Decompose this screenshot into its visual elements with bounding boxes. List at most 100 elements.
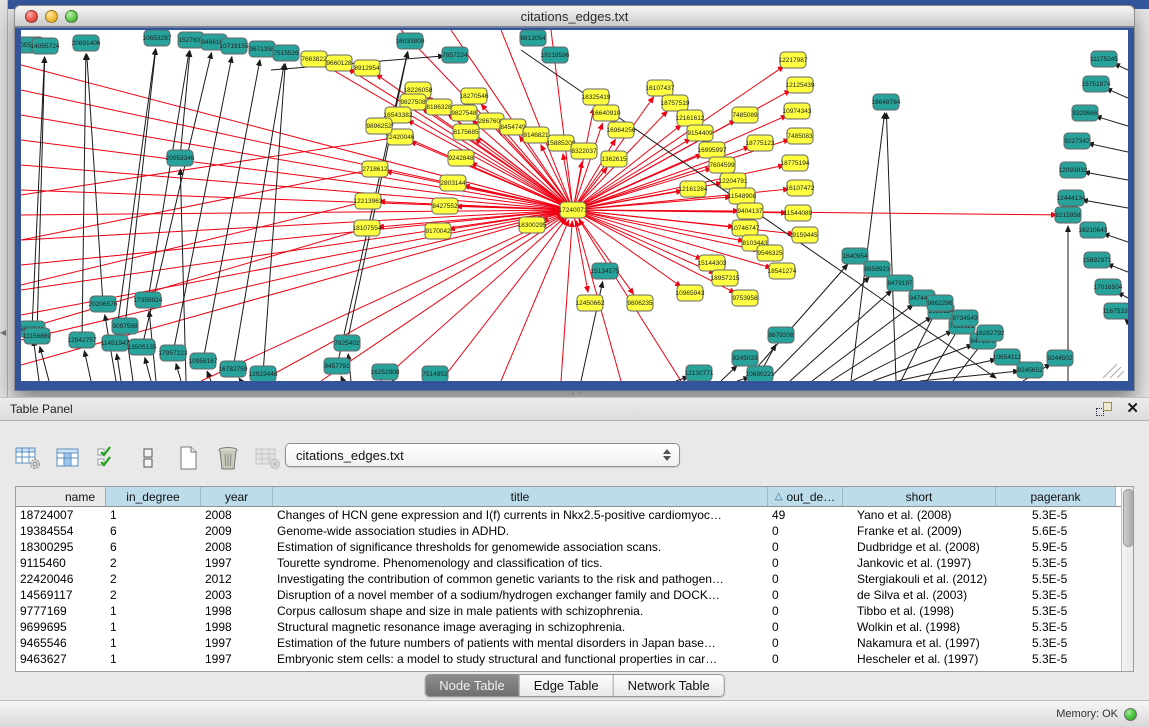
graph-node[interactable]: 9753958 — [732, 290, 758, 306]
graph-node[interactable]: 8186328 — [426, 99, 452, 115]
graph-node[interactable]: 15751874 — [1082, 76, 1111, 92]
graph-node[interactable]: 10653287 — [143, 30, 172, 46]
graph-node[interactable]: 9245652 — [1017, 362, 1043, 378]
table-row[interactable]: 1456911722003Disruption of a novel membe… — [16, 587, 1121, 603]
graph-node[interactable]: 9734549 — [952, 310, 978, 326]
graph-node[interactable]: 2803144 — [440, 175, 466, 191]
graph-node[interactable]: 11451947 — [101, 335, 130, 351]
graph-node[interactable]: 8813054 — [520, 30, 546, 46]
graph-node[interactable]: 8322037 — [571, 143, 597, 159]
graph-node[interactable]: 14055724 — [31, 38, 60, 54]
graph-node[interactable]: 16107437 — [646, 80, 675, 96]
graph-node[interactable]: 12161284 — [679, 181, 708, 197]
table-mode-icon[interactable] — [134, 444, 162, 472]
graph-node[interactable]: 9671358 — [249, 41, 275, 57]
table-row[interactable]: 911546021997Tourette syndrome. Phenomeno… — [16, 555, 1121, 571]
graph-node[interactable]: 2718612 — [362, 161, 388, 177]
graph-node[interactable]: 10974343 — [783, 103, 812, 119]
select-rows-icon[interactable] — [94, 444, 122, 472]
graph-node[interactable]: 16107472 — [786, 180, 815, 196]
graph-node[interactable]: 20053346 — [166, 150, 195, 166]
graph-node[interactable]: 7857224 — [442, 47, 468, 63]
graph-node[interactable]: 12923446 — [249, 366, 278, 381]
network-canvas[interactable]: 2055381314055724208914061065328715276029… — [21, 30, 1128, 381]
graph-node[interactable]: 16782759 — [219, 361, 248, 377]
graph-node[interactable]: 12125439 — [786, 77, 815, 93]
column-header-title[interactable]: title — [273, 487, 768, 506]
table-row[interactable]: 946362711997Embryonic stem cells: a mode… — [16, 651, 1121, 667]
graph-node[interactable]: 9862296 — [927, 295, 953, 311]
graph-node[interactable]: 16252908 — [371, 364, 400, 380]
graph-node[interactable]: 17359924 — [134, 292, 163, 308]
graph-node[interactable]: 9404137 — [737, 203, 763, 219]
column-header-pagerank[interactable]: pagerank — [996, 487, 1116, 506]
graph-node[interactable]: 10965943 — [676, 285, 705, 301]
graph-node[interactable]: 18270546 — [460, 88, 489, 104]
graph-node[interactable]: 18300295 — [518, 217, 547, 233]
graph-node[interactable]: 12217987 — [779, 52, 808, 68]
close-button[interactable] — [25, 10, 38, 23]
attribute-table-settings-icon[interactable] — [14, 444, 42, 472]
graph-node[interactable]: 12130771 — [685, 365, 714, 381]
graph-node[interactable]: 9159445 — [792, 227, 818, 243]
graph-node[interactable]: 7514952 — [422, 366, 448, 381]
create-column-icon[interactable] — [174, 444, 202, 472]
graph-node[interactable]: 8175685 — [453, 124, 479, 140]
graph-node[interactable]: 12450662 — [576, 295, 605, 311]
graph-node[interactable]: 10719155 — [220, 38, 249, 54]
window-titlebar[interactable]: citations_edges.txt — [14, 5, 1135, 27]
graph-node[interactable]: 9097588 — [112, 318, 138, 334]
graph-node[interactable]: 10654112 — [993, 349, 1022, 365]
column-header-year[interactable]: year — [201, 487, 273, 506]
graph-node[interactable]: 9244502 — [1047, 350, 1073, 366]
tab-network-table[interactable]: Network Table — [614, 675, 724, 696]
tab-node-table[interactable]: Node Table — [425, 675, 520, 696]
delete-table-disabled-icon[interactable] — [254, 444, 282, 472]
graph-node[interactable]: 18325419 — [582, 89, 611, 105]
column-header-in_degree[interactable]: in_degree — [106, 487, 201, 506]
graph-node[interactable]: 9660128 — [326, 55, 352, 71]
graph-node[interactable]: 20206576 — [89, 296, 118, 312]
graph-node[interactable]: 11675334 — [1103, 303, 1128, 319]
gutter-collapse-icon[interactable]: ◀ — [0, 328, 6, 337]
graph-node[interactable]: 7485083 — [787, 128, 813, 144]
graph-node[interactable]: 1640954 — [842, 248, 868, 264]
graph-node[interactable]: 12942757 — [68, 332, 97, 348]
graph-node[interactable]: 7663822 — [301, 51, 327, 67]
graph-node[interactable]: 7485089 — [732, 107, 758, 123]
graph-node[interactable]: 18775194 — [781, 155, 810, 171]
graph-node[interactable]: 9170042 — [425, 223, 451, 239]
graph-node[interactable]: 12213963 — [354, 193, 383, 209]
graph-node[interactable]: 8958923 — [864, 261, 890, 277]
resize-handle[interactable] — [1103, 364, 1117, 378]
table-row[interactable]: 1872400712008Changes of HCN gene express… — [16, 507, 1121, 523]
graph-node[interactable]: 11175245 — [1090, 51, 1118, 67]
graph-node[interactable]: 8454749 — [500, 119, 526, 135]
graph-node[interactable]: 20891406 — [72, 35, 101, 51]
graph-node[interactable]: 17240071 — [559, 202, 588, 218]
graph-node[interactable]: 9457791 — [324, 358, 350, 374]
memory-status-icon[interactable] — [1124, 708, 1137, 721]
graph-node[interactable]: 15892971 — [1083, 252, 1112, 268]
table-select-dropdown[interactable]: citations_edges.txt — [285, 443, 680, 467]
graph-node[interactable]: 16640910 — [592, 105, 621, 121]
graph-node[interactable]: 9546325 — [757, 245, 783, 261]
graph-node[interactable]: 9242848 — [448, 150, 474, 166]
graph-node[interactable]: 11548908 — [728, 188, 757, 204]
citation-graph[interactable]: 2055381314055724208914061065328715276029… — [21, 30, 1128, 381]
graph-node[interactable]: 9227342 — [1064, 133, 1090, 149]
graph-node[interactable]: 9827548 — [451, 105, 477, 121]
minimize-button[interactable] — [45, 10, 58, 23]
graph-node[interactable]: 11544089 — [784, 205, 813, 221]
graph-node[interactable]: 9329966 — [1072, 105, 1098, 121]
column-visibility-icon[interactable] — [54, 444, 82, 472]
graph-node[interactable]: 16210643 — [1079, 222, 1108, 238]
graph-node[interactable]: 16262792 — [976, 325, 1005, 341]
graph-node[interactable]: 18957215 — [711, 270, 740, 286]
graph-node[interactable]: 11156869 — [23, 328, 51, 344]
graph-node[interactable]: 10958167 — [189, 353, 218, 369]
scrollbar-thumb[interactable] — [1123, 489, 1134, 547]
graph-node[interactable]: 8679208 — [768, 327, 794, 343]
table-row[interactable]: 1938455462009Genome-wide association stu… — [16, 523, 1121, 539]
tab-edge-table[interactable]: Edge Table — [520, 675, 614, 696]
